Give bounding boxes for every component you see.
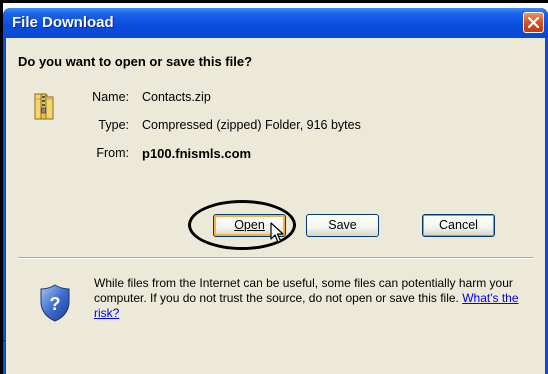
cancel-button-label: Cancel bbox=[439, 218, 478, 232]
separator bbox=[18, 257, 533, 259]
mouse-pointer-icon bbox=[270, 222, 284, 243]
close-icon bbox=[528, 17, 539, 28]
file-download-dialog: File Download Do you want to open or sav… bbox=[3, 8, 548, 374]
window-title: File Download bbox=[12, 14, 114, 31]
file-name-value: Contacts.zip bbox=[142, 90, 211, 104]
type-label-wrap: Type: bbox=[81, 118, 129, 132]
save-button-label: Save bbox=[328, 218, 357, 232]
source-host-value: p100.fnismls.com bbox=[142, 146, 252, 161]
security-warning: While files from the Internet can be use… bbox=[94, 276, 534, 321]
zip-folder-icon bbox=[34, 93, 54, 120]
shield-question-icon: ? bbox=[40, 284, 70, 322]
save-button[interactable]: Save bbox=[306, 214, 379, 237]
dialog-body: Do you want to open or save this file? N… bbox=[6, 38, 545, 374]
title-bar[interactable]: File Download bbox=[3, 8, 548, 38]
from-label-wrap: From: bbox=[81, 146, 129, 160]
name-label: Name: bbox=[92, 90, 129, 104]
close-button[interactable] bbox=[523, 12, 544, 33]
cancel-button[interactable]: Cancel bbox=[422, 214, 495, 237]
from-label: From: bbox=[96, 146, 129, 160]
type-label: Type: bbox=[98, 118, 129, 132]
security-warning-text: While files from the Internet can be use… bbox=[94, 276, 513, 305]
file-type-value: Compressed (zipped) Folder, 916 bytes bbox=[142, 118, 361, 132]
name-label-wrap: Name: bbox=[81, 90, 129, 104]
dialog-question: Do you want to open or save this file? bbox=[18, 54, 253, 69]
frame-tick bbox=[0, 340, 4, 341]
svg-text:?: ? bbox=[50, 294, 61, 314]
